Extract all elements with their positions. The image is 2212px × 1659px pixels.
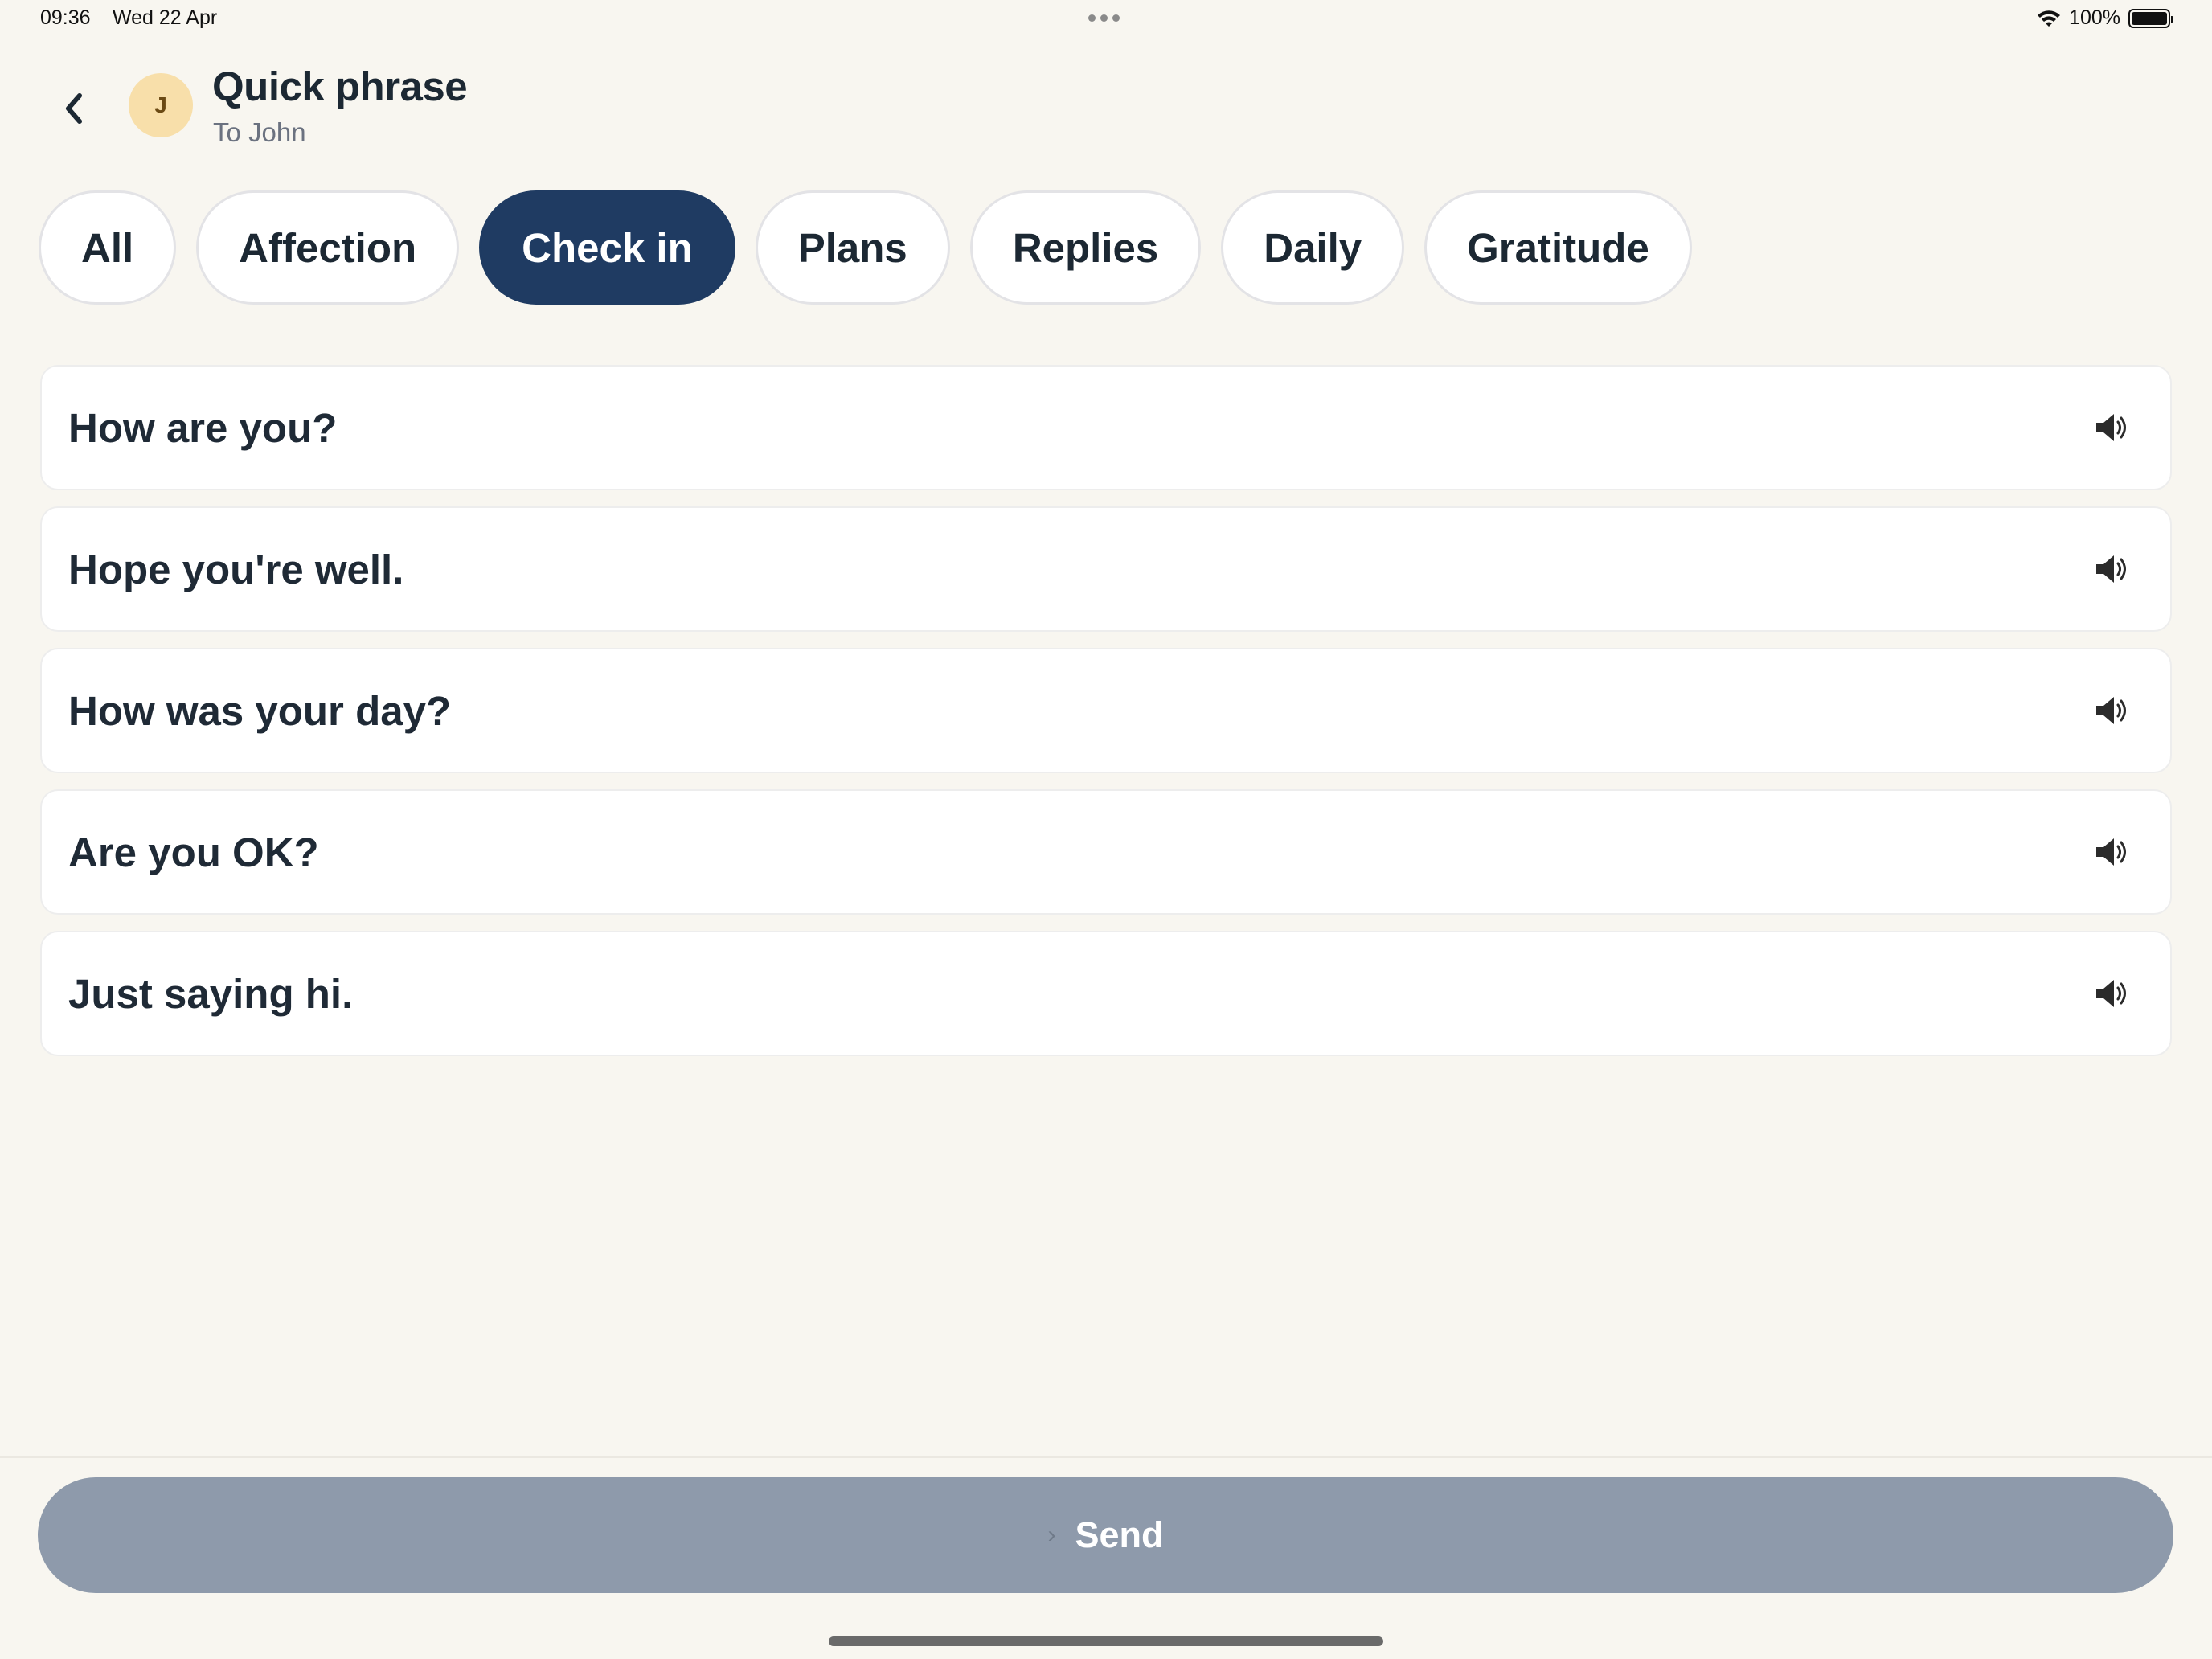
battery-level [2132, 11, 2167, 25]
tab-affection[interactable]: Affection [196, 190, 460, 305]
quick-phrase-screen: 09:36 Wed 22 Apr 100% J Quick phrase To … [0, 0, 2212, 1659]
phrase-text: Hope you're well. [68, 546, 404, 592]
speaker-icon[interactable] [2091, 974, 2130, 1013]
back-button[interactable] [50, 80, 98, 137]
send-button[interactable]: › Send [38, 1477, 2173, 1593]
tab-check-in[interactable]: Check in [479, 190, 735, 305]
tab-daily[interactable]: Daily [1221, 190, 1405, 305]
page-subtitle: To John [213, 117, 306, 147]
battery-percent: 100% [2069, 6, 2120, 29]
avatar: J [129, 73, 193, 137]
tab-gratitude[interactable]: Gratitude [1424, 190, 1692, 305]
status-bar: 09:36 Wed 22 Apr 100% [0, 0, 2212, 39]
speaker-icon[interactable] [2091, 833, 2130, 871]
page-title: Quick phrase [212, 63, 468, 109]
status-time: 09:36 [40, 6, 91, 29]
speaker-icon[interactable] [2091, 550, 2130, 588]
multitasking-dots-icon[interactable] [1088, 14, 1120, 22]
wifi-icon [2038, 10, 2061, 27]
chevron-left-icon [66, 93, 82, 124]
bottom-divider [0, 1456, 2212, 1458]
phrase-card[interactable]: Just saying hi. [40, 931, 2172, 1056]
phrase-list: How are you? Hope you're well. How was y… [40, 365, 2172, 1072]
phrase-text: How are you? [68, 404, 338, 451]
tab-replies[interactable]: Replies [969, 190, 1202, 305]
speaker-icon[interactable] [2091, 691, 2130, 730]
phrase-text: Just saying hi. [68, 970, 354, 1017]
phrase-card[interactable]: Hope you're well. [40, 506, 2172, 632]
phrase-text: Are you OK? [68, 829, 319, 875]
chevron-right-icon: › [1047, 1522, 1056, 1548]
phrase-card[interactable]: How are you? [40, 365, 2172, 490]
send-label: Send [1075, 1514, 1164, 1555]
status-indicators: 100% [2037, 6, 2173, 30]
tab-plans[interactable]: Plans [755, 190, 950, 305]
speaker-icon[interactable] [2091, 408, 2130, 447]
phrase-card[interactable]: How was your day? [40, 648, 2172, 773]
tab-all[interactable]: All [39, 190, 177, 305]
phrase-card[interactable]: Are you OK? [40, 789, 2172, 915]
battery-icon [2128, 8, 2173, 28]
category-tabs: All Affection Check in Plans Replies Dai… [39, 190, 1692, 305]
status-date: Wed 22 Apr [113, 6, 218, 29]
home-indicator[interactable] [829, 1636, 1383, 1646]
phrase-text: How was your day? [68, 687, 452, 734]
